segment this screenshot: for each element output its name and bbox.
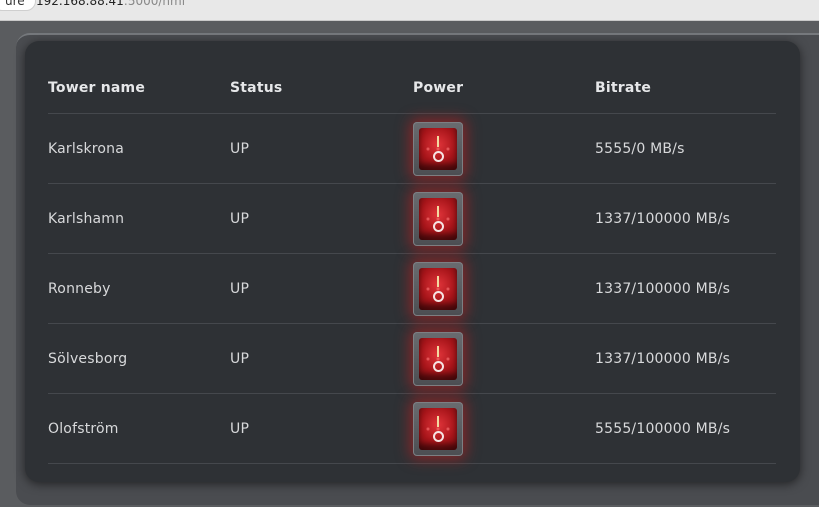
- power-switch-button[interactable]: [413, 401, 463, 456]
- tower-bitrate: 1337/100000 MB/s: [595, 210, 731, 227]
- tower-name: Ronneby: [48, 280, 111, 297]
- power-cell: [413, 114, 463, 183]
- table-row: Karlshamn UP 1337/100000 MB/s: [48, 184, 776, 254]
- power-switch-button[interactable]: [413, 191, 463, 246]
- power-cell: [413, 324, 463, 393]
- table-row: Ronneby UP 1337/100000 MB/s: [48, 254, 776, 324]
- power-switch-button[interactable]: [413, 121, 463, 176]
- header-status: Status: [230, 80, 283, 96]
- power-cell: [413, 394, 463, 463]
- tower-name: Olofström: [48, 420, 119, 437]
- power-switch-button[interactable]: [413, 261, 463, 316]
- header-bitrate: Bitrate: [595, 80, 652, 96]
- tower-bitrate: 1337/100000 MB/s: [595, 350, 731, 367]
- power-toggle-icon: [419, 127, 457, 170]
- power-toggle-icon: [419, 267, 457, 310]
- tower-name: Karlshamn: [48, 210, 125, 227]
- power-switch-button[interactable]: [413, 331, 463, 386]
- tower-table: Tower name Status Power Bitrate Karlskro…: [48, 63, 776, 464]
- tower-bitrate: 1337/100000 MB/s: [595, 280, 731, 297]
- tower-status: UP: [230, 280, 250, 297]
- url-text[interactable]: 192.168.88.41:5000/hmi: [36, 0, 185, 8]
- tower-bitrate: 5555/0 MB/s: [595, 140, 685, 157]
- header-power: Power: [413, 80, 464, 96]
- header-tower-name: Tower name: [48, 80, 146, 96]
- table-row: Karlskrona UP 5555/0 MB/s: [48, 114, 776, 184]
- table-row: Sölvesborg UP 1337/100000 MB/s: [48, 324, 776, 394]
- tower-panel: Tower name Status Power Bitrate Karlskro…: [25, 41, 800, 482]
- tower-status: UP: [230, 350, 250, 367]
- table-row: Olofström UP 5555/100000 MB/s: [48, 394, 776, 464]
- power-toggle-icon: [419, 337, 457, 380]
- power-toggle-icon: [419, 407, 457, 450]
- tower-bitrate: 5555/100000 MB/s: [595, 420, 731, 437]
- tower-status: UP: [230, 210, 250, 227]
- secure-indicator[interactable]: ure: [0, 0, 36, 11]
- power-toggle-icon: [419, 197, 457, 240]
- url-path: :5000/hmi: [123, 0, 186, 8]
- tower-name: Karlskrona: [48, 140, 125, 157]
- power-cell: [413, 254, 463, 323]
- table-body: Karlskrona UP 5555/0 MB/s Karlshamn UP 1337/1…: [48, 114, 776, 464]
- browser-address-bar[interactable]: ure 192.168.88.41:5000/hmi: [0, 0, 819, 21]
- power-cell: [413, 184, 463, 253]
- tower-status: UP: [230, 140, 250, 157]
- tower-status: UP: [230, 420, 250, 437]
- url-host: 192.168.88.41: [36, 0, 124, 8]
- tower-name: Sölvesborg: [48, 350, 128, 367]
- table-header-row: Tower name Status Power Bitrate: [48, 63, 776, 114]
